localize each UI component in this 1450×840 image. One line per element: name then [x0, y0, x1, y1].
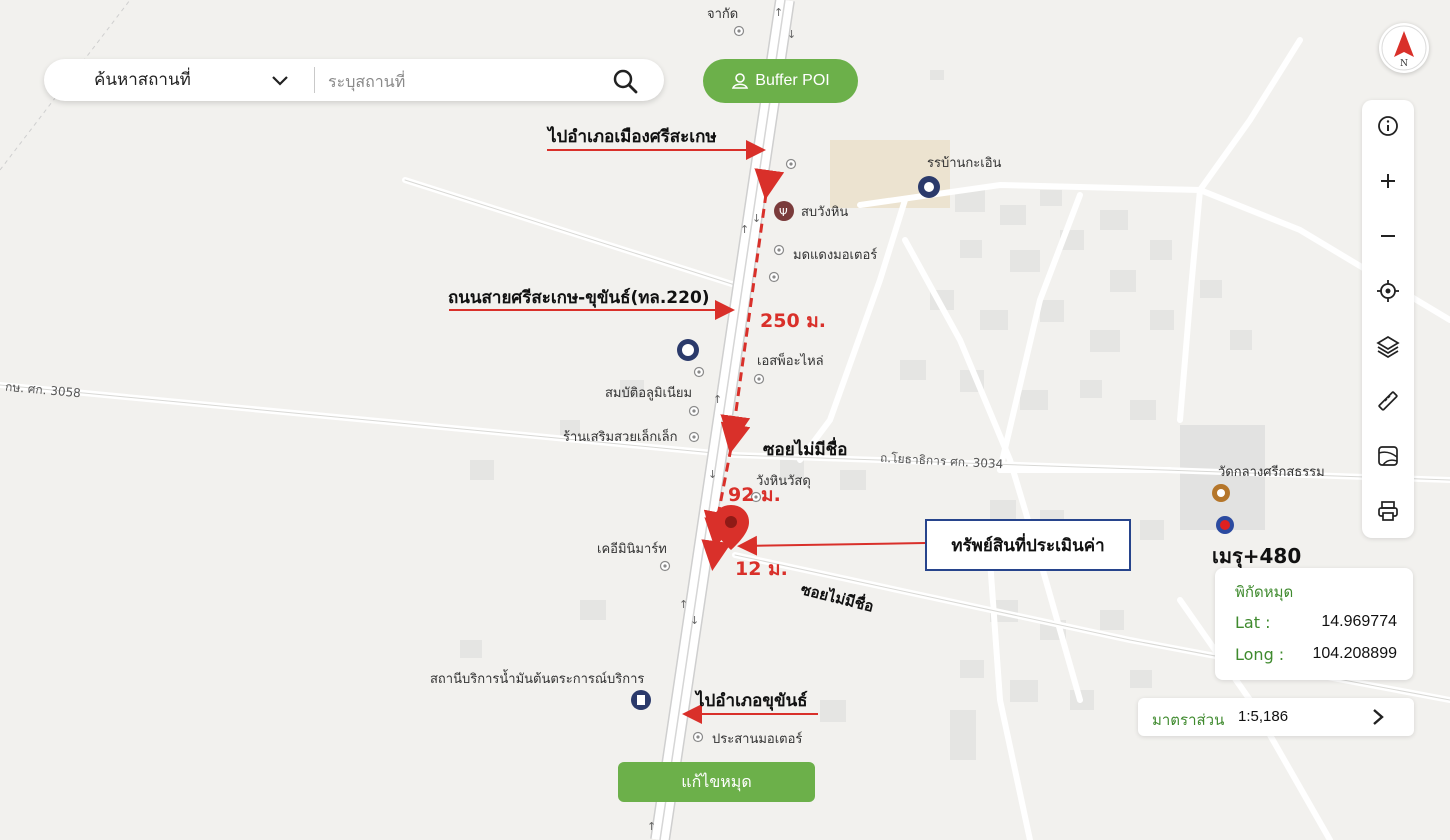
print-icon	[1378, 501, 1398, 521]
zoom-in-icon	[1381, 174, 1395, 188]
svg-text:↓: ↓	[708, 468, 717, 481]
long-value: 104.208899	[1312, 645, 1397, 662]
lat-label: Lat :	[1235, 613, 1271, 632]
scale-label: มาตราส่วน	[1152, 711, 1225, 729]
compass-icon: N	[1381, 25, 1427, 71]
ruler-icon	[1378, 391, 1398, 411]
map-label-parts-shop: เอสพ็อะไหล่	[757, 354, 824, 369]
map-label-school: รรบ้านกะเอิน	[927, 156, 1002, 171]
zoom-out-icon	[1381, 235, 1395, 237]
svg-text:↑: ↑	[647, 820, 656, 833]
edit-pin-button[interactable]: แก้ไขหมุด	[618, 762, 815, 802]
search-divider	[314, 67, 315, 93]
layers-icon	[1376, 336, 1400, 358]
annotation-soi-1: ซอยไม่มีชื่อ	[763, 440, 848, 460]
zoom-out-button[interactable]	[1373, 221, 1403, 251]
annotation-to-sisaket: ไปอำเภอเมืองศรีสะเกษ	[548, 127, 717, 147]
map-label-restaurant: สบวังหิน	[801, 205, 849, 220]
info-icon	[1378, 116, 1398, 136]
long-label: Long :	[1235, 645, 1285, 664]
map-label-motor-shop: มดแดงมอเตอร์	[793, 248, 878, 263]
svg-text:↓: ↓	[787, 28, 796, 41]
lat-value: 14.969774	[1321, 613, 1397, 630]
annotation-main-road: ถนนสายศรีสะเกษ-ขุขันธ์(ทล.220)	[448, 288, 710, 308]
chevron-down-icon[interactable]	[270, 70, 290, 90]
map-label-top: จากัด	[707, 7, 739, 22]
gas-station-icon	[631, 690, 651, 710]
distance-250: 250 ม.	[760, 310, 827, 332]
map-toolbar	[1362, 100, 1414, 538]
temple-icon	[1212, 484, 1230, 502]
svg-text:↓: ↓	[752, 212, 761, 225]
print-button[interactable]	[1373, 496, 1403, 526]
annotation-to-khukhan: ไปอำเภอขุขันธ์	[696, 691, 808, 711]
info-button[interactable]	[1373, 111, 1403, 141]
location-person-icon	[732, 73, 749, 89]
ruler-button[interactable]	[1373, 386, 1403, 416]
locate-icon	[1377, 280, 1399, 302]
compass[interactable]: N	[1379, 23, 1429, 73]
buffer-poi-button[interactable]: Buffer POI	[703, 59, 858, 103]
map-style-button[interactable]	[1373, 441, 1403, 471]
search-icon[interactable]	[612, 68, 638, 94]
svg-text:Ψ: Ψ	[779, 206, 788, 219]
distance-12: 12 ม.	[735, 558, 788, 580]
map-label-aluminium: สมบัติอลูมิเนียม	[605, 386, 693, 401]
coordinates-card: พิกัดหมุด Lat : 14.969774 Long : 104.208…	[1215, 568, 1413, 680]
meru-point-icon	[1216, 516, 1234, 534]
coordinates-title: พิกัดหมุด	[1235, 583, 1294, 601]
map-label-temple: วัดกลางศรีกสธรรม	[1218, 465, 1325, 480]
map-label-motor2: ประสานมอเตอร์	[712, 732, 803, 747]
map-label-gas-station: สถานีบริการน้ำมันต้นตระการณ์บริการ	[430, 672, 645, 687]
scale-bar[interactable]: มาตราส่วน 1:5,186	[1138, 698, 1414, 736]
svg-text:↑: ↑	[774, 6, 783, 19]
layers-button[interactable]	[1373, 331, 1403, 361]
svg-text:↑: ↑	[679, 598, 688, 611]
asset-callout: ทรัพย์สินที่ประเมินค่า	[925, 519, 1131, 571]
map-label-mart: เคอีมินิมาร์ท	[597, 542, 667, 557]
zoom-in-button[interactable]	[1373, 166, 1403, 196]
school-icon	[918, 176, 940, 198]
search-bar: ค้นหาสถานที่	[44, 59, 664, 101]
locate-button[interactable]	[1373, 276, 1403, 306]
svg-text:↓: ↓	[690, 614, 699, 627]
chevron-right-icon[interactable]	[1370, 708, 1386, 726]
buffer-poi-label: Buffer POI	[755, 72, 830, 89]
search-mode-select[interactable]: ค้นหาสถานที่	[94, 59, 191, 101]
map-style-icon	[1378, 446, 1398, 466]
restaurant-icon: Ψ	[774, 201, 794, 221]
svg-text:↑: ↑	[713, 393, 722, 406]
government-icon	[677, 339, 699, 361]
distance-92: 92 ม.	[728, 484, 781, 506]
map-label-beauty: ร้านเสริมสวยเล็กเล็ก	[563, 430, 678, 445]
compass-label: N	[1400, 59, 1408, 69]
scale-value: 1:5,186	[1238, 708, 1289, 725]
search-input[interactable]	[326, 65, 630, 97]
svg-text:↑: ↑	[740, 223, 749, 236]
